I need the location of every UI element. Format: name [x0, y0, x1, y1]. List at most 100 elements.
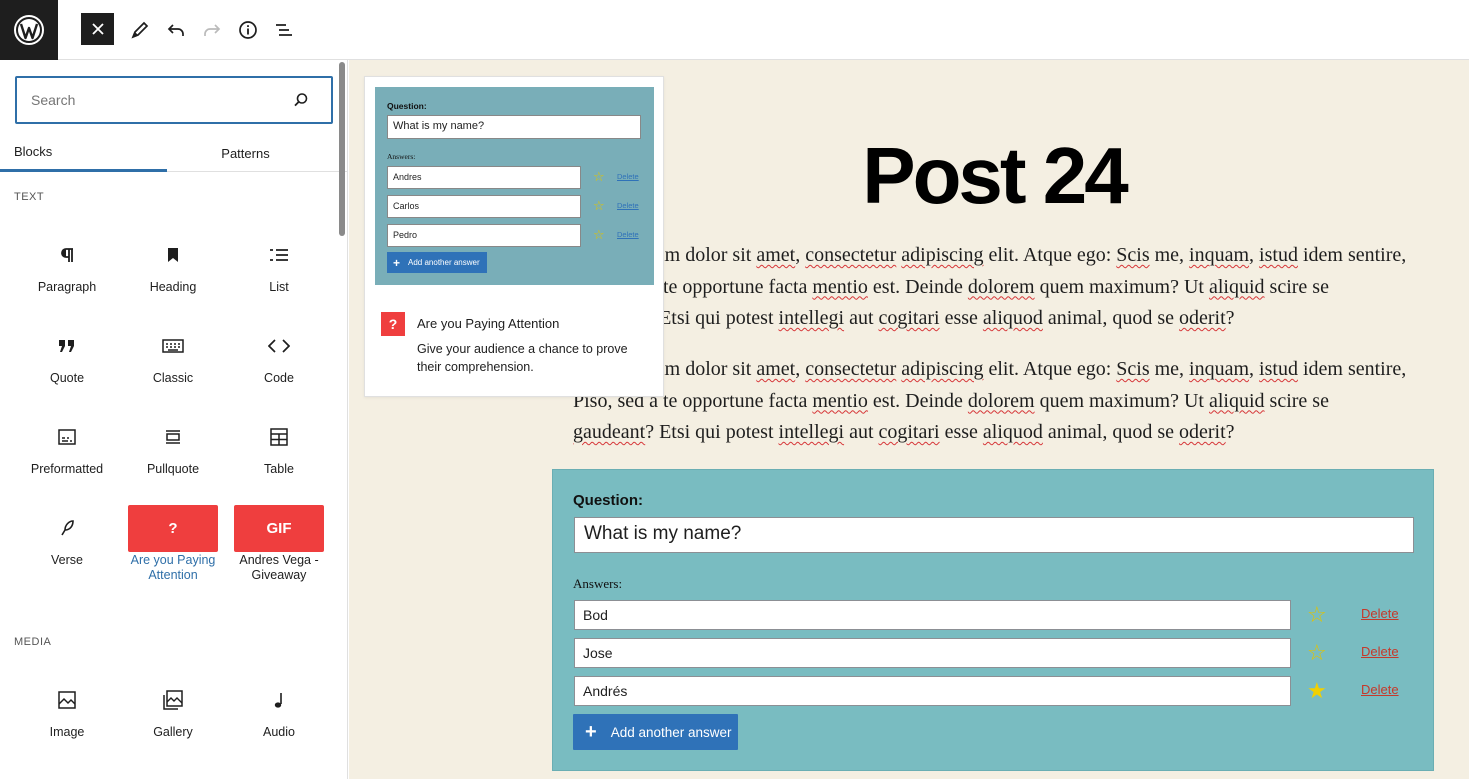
block-item-list[interactable]: List	[231, 230, 327, 295]
block-label: Classic	[152, 371, 194, 385]
image-icon	[19, 675, 115, 725]
editor-top-toolbar	[0, 0, 1469, 60]
block-label: Code	[264, 371, 294, 385]
block-label: Table	[264, 462, 294, 476]
add-answer-label: Add another answer	[610, 724, 732, 740]
audio-icon	[231, 675, 327, 725]
block-preview-popover: Question: What is my name? Answers: Andr…	[364, 76, 664, 397]
preview-answer-input: Carlos	[387, 195, 581, 218]
info-icon	[239, 21, 257, 39]
star-filled-icon[interactable]: ★	[1307, 678, 1327, 704]
block-label: Pullquote	[146, 462, 200, 476]
gif-icon: GIF	[234, 504, 324, 552]
block-item-image[interactable]: Image	[19, 675, 115, 740]
feather-icon	[19, 503, 115, 553]
block-item-pullquote[interactable]: Pullquote	[125, 412, 221, 477]
preview-answer-row: Pedro ☆ Delete	[387, 224, 647, 247]
block-item-preformatted[interactable]: Preformatted	[19, 412, 115, 477]
quote-icon	[19, 321, 115, 371]
block-label: Heading	[149, 280, 197, 294]
pencil-icon	[131, 21, 149, 39]
list-icon	[231, 230, 327, 280]
block-item-heading[interactable]: Heading	[125, 230, 221, 295]
preview-add-label: Add another answer	[408, 258, 480, 267]
preformatted-icon	[19, 412, 115, 462]
block-item-paragraph[interactable]: Paragraph	[19, 230, 115, 295]
star-outline-icon: ☆	[593, 169, 605, 184]
tab-patterns[interactable]: Patterns	[167, 134, 334, 172]
tools-button[interactable]	[122, 12, 158, 48]
close-inserter-button[interactable]	[81, 13, 114, 45]
wordpress-icon	[14, 15, 44, 45]
question-input[interactable]: What is my name?	[574, 517, 1414, 553]
quiz-block[interactable]: Question: What is my name? Answers: Bod …	[552, 469, 1434, 771]
delete-answer-button[interactable]: Delete	[1361, 606, 1399, 621]
delete-answer-button[interactable]: Delete	[1361, 644, 1399, 659]
preview-answer-row: Carlos ☆ Delete	[387, 195, 647, 218]
block-label: Paragraph	[37, 280, 97, 294]
block-label: Image	[49, 725, 85, 739]
block-item-audio[interactable]: Audio	[231, 675, 327, 740]
answers-label: Answers:	[573, 576, 623, 591]
delete-answer-button[interactable]: Delete	[1361, 682, 1399, 697]
answer-input[interactable]: Jose	[574, 638, 1291, 668]
redo-button[interactable]	[194, 12, 230, 48]
close-icon	[91, 23, 104, 35]
block-item-table[interactable]: Table	[231, 412, 327, 477]
inserter-tabs: Blocks Patterns	[0, 134, 347, 172]
block-item-are-you-paying-attention[interactable]: ? Are you Paying Attention	[125, 503, 221, 583]
preview-answer-row: Andres ☆ Delete	[387, 166, 647, 189]
answer-row: Bod ☆ Delete	[574, 600, 1414, 630]
block-item-verse[interactable]: Verse	[19, 503, 115, 568]
details-button[interactable]	[230, 12, 266, 48]
block-label: Preformatted	[30, 462, 104, 476]
preview-answers-label: Answers:	[387, 152, 416, 161]
question-label: Question:	[573, 492, 643, 509]
preview-block-title: Are you Paying Attention	[417, 316, 560, 331]
block-inserter-panel: Blocks Patterns TEXT Paragraph Heading L…	[0, 60, 348, 779]
add-answer-button[interactable]: + Add another answer	[573, 714, 738, 750]
paragraph-block-2[interactable]: Lorem ipsum dolor sit amet, consectetur …	[573, 354, 1413, 449]
sidebar-scrollbar[interactable]	[339, 62, 345, 236]
paragraph-block-1[interactable]: Lorem ipsum dolor sit amet, consectetur …	[573, 240, 1413, 335]
block-search[interactable]	[15, 76, 333, 124]
wordpress-logo[interactable]	[0, 0, 58, 60]
block-item-classic[interactable]: Classic	[125, 321, 221, 386]
list-view-button[interactable]	[266, 12, 302, 48]
block-item-andres-vega-giveaway[interactable]: GIF Andres Vega - Giveaway	[231, 503, 327, 583]
search-icon	[294, 93, 308, 107]
list-view-icon	[276, 24, 292, 36]
block-label: Gallery	[153, 725, 193, 739]
block-item-quote[interactable]: Quote	[19, 321, 115, 386]
plus-icon: +	[585, 721, 597, 743]
answer-row: Jose ☆ Delete	[574, 638, 1414, 668]
gallery-icon	[125, 675, 221, 725]
star-outline-icon[interactable]: ☆	[1307, 640, 1327, 666]
question-icon: ?	[381, 312, 405, 336]
star-outline-icon: ☆	[593, 227, 605, 242]
block-item-code[interactable]: Code	[231, 321, 327, 386]
question-icon: ?	[128, 504, 218, 552]
block-item-gallery[interactable]: Gallery	[125, 675, 221, 740]
paragraph-icon	[19, 230, 115, 280]
heading-icon	[125, 230, 221, 280]
preview-answer-input: Andres	[387, 166, 581, 189]
answer-input[interactable]: Andrés	[574, 676, 1291, 706]
search-input[interactable]	[31, 90, 281, 110]
answer-input[interactable]: Bod	[574, 600, 1291, 630]
answer-row: Andrés ★ Delete	[574, 676, 1414, 706]
star-outline-icon: ☆	[593, 198, 605, 213]
preview-question-label: Question:	[387, 101, 427, 111]
undo-button[interactable]	[158, 12, 194, 48]
preview-quiz-block: Question: What is my name? Answers: Andr…	[375, 87, 654, 285]
preview-answer-input: Pedro	[387, 224, 581, 247]
block-label: Quote	[49, 371, 85, 385]
preview-delete-link: Delete	[617, 172, 639, 181]
preview-block-description: Give your audience a chance to prove the…	[417, 342, 628, 374]
keyboard-icon	[125, 321, 221, 371]
block-label: Andres Vega - Giveaway	[239, 553, 319, 582]
star-outline-icon[interactable]: ☆	[1307, 602, 1327, 628]
pullquote-icon	[125, 412, 221, 462]
tab-blocks[interactable]: Blocks	[0, 134, 167, 172]
block-label: Verse	[51, 553, 83, 567]
